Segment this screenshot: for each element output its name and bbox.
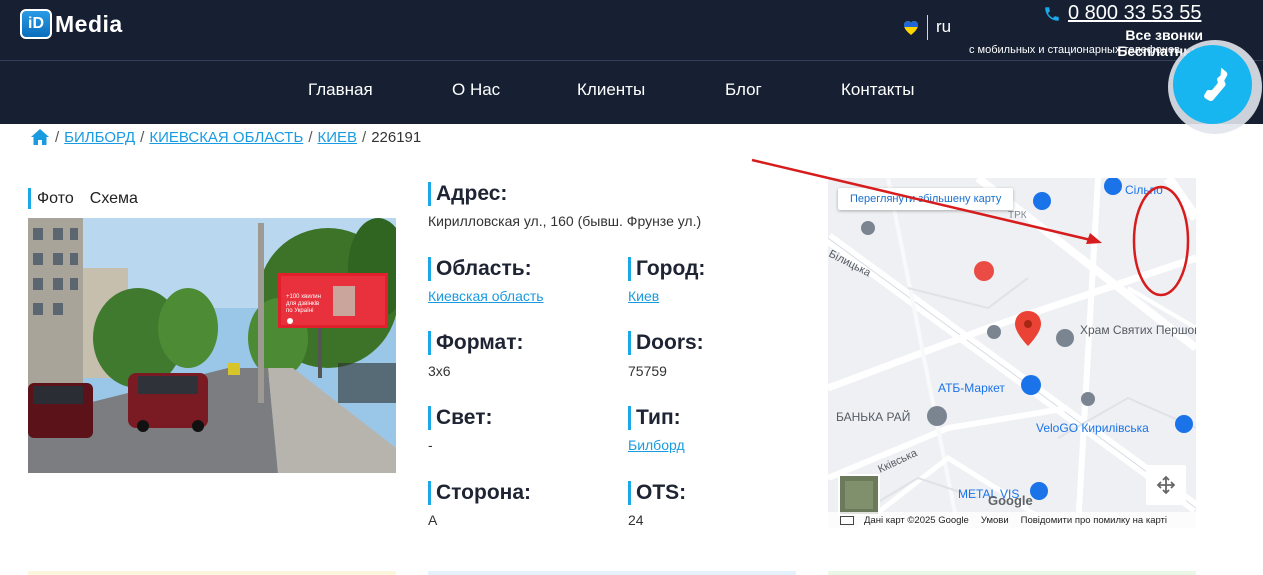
map-data-credit: Дані карт ©2025 Google (864, 514, 969, 526)
city-label: Город: (628, 257, 705, 281)
format-label: Формат: (428, 331, 524, 355)
map-label-silpo: Сільпо (1125, 183, 1163, 197)
tab-photo[interactable]: Фото (37, 190, 74, 208)
nav-item-contacts[interactable]: Контакты (841, 80, 914, 100)
breadcrumb-separator: / (362, 128, 367, 146)
nav-item-clients[interactable]: Клиенты (577, 80, 645, 100)
map-canvas[interactable]: Храм Святих Першоверховних. АТБ-Маркет Б… (828, 178, 1196, 528)
side-value: A (428, 512, 438, 528)
map-label-banka: БАНЬКА РАЙ (836, 409, 910, 424)
breadcrumb: / БИЛБОРД / КИЕВСКАЯ ОБЛАСТЬ / КИЕВ / 22… (30, 128, 421, 146)
phone-handset-icon (1203, 67, 1227, 101)
phone-icon (1045, 7, 1059, 21)
nav-item-blog[interactable]: Блог (725, 80, 762, 100)
map-label-atb: АТБ-Маркет (938, 381, 1005, 395)
address-value: Кирилловская ул., 160 (бывш. Фрунзе ул.) (428, 213, 702, 229)
breadcrumb-separator: / (308, 128, 313, 146)
type-link[interactable]: Билборд (628, 437, 685, 453)
lang-divider (927, 15, 928, 40)
tab-scheme[interactable]: Схема (90, 190, 138, 208)
map-report-link[interactable]: Повідомити про помилку на карті (1021, 515, 1167, 526)
light-label: Свет: (428, 406, 492, 430)
billboard-text-3: по Україні (286, 308, 313, 314)
card-strip-2 (428, 571, 796, 575)
side-label: Сторона: (428, 481, 531, 505)
map-label-church: Храм Святих Першоверховних. (1080, 323, 1196, 337)
city-value[interactable]: Киев (628, 288, 659, 304)
region-link[interactable]: Киевская область (428, 288, 544, 304)
breadcrumb-separator: / (140, 128, 145, 146)
billboard-text-2: для дзвінків (286, 301, 319, 307)
enlarge-map-button[interactable]: Переглянути збільшену карту (838, 188, 1014, 210)
region-value[interactable]: Киевская область (428, 288, 544, 304)
map-label-velogo: VeloGO Кирилівська (1036, 421, 1149, 435)
page: iD Media ru 0 800 33 53 55 Все звонки Бе… (0, 0, 1263, 575)
keyboard-icon[interactable] (840, 515, 854, 525)
logo-text: Media (55, 10, 123, 37)
address-label: Адрес: (428, 182, 507, 206)
nav-item-home[interactable]: Главная (308, 80, 373, 100)
card-strip-3 (828, 571, 1196, 575)
google-logo: Google (988, 493, 1033, 508)
billboard-text-1: +100 хвилин (286, 294, 321, 300)
region-label: Область: (428, 257, 532, 281)
ots-label: OTS: (628, 481, 686, 505)
home-icon[interactable] (30, 128, 50, 146)
card-strip-1 (28, 571, 396, 575)
language-switch[interactable]: ru (936, 17, 951, 37)
ukraine-flag-icon[interactable] (903, 20, 919, 36)
logo[interactable]: iD Media (20, 9, 123, 39)
google-map[interactable]: Храм Святих Першоверховних. АТБ-Маркет Б… (828, 178, 1196, 528)
breadcrumb-link-region[interactable]: КИЕВСКАЯ ОБЛАСТЬ (149, 129, 303, 146)
breadcrumb-link-city[interactable]: КИЕВ (317, 129, 357, 146)
main-nav: Главная О Нас Клиенты Блог Контакты (0, 61, 1263, 124)
billboard-photo[interactable]: +100 хвилин для дзвінків по Україні (28, 218, 396, 473)
doors-label: Doors: (628, 331, 704, 355)
call-button-circle[interactable] (1173, 45, 1252, 124)
map-footer: Дані карт ©2025 Google Умови Повідомити … (828, 512, 1196, 528)
logo-badge: iD (20, 9, 52, 39)
light-value: - (428, 437, 433, 453)
map-label-trk: ТРК (1008, 210, 1027, 221)
map-terms-link[interactable]: Умови (981, 515, 1009, 526)
breadcrumb-link-billboard[interactable]: БИЛБОРД (64, 129, 135, 146)
call-button[interactable] (1168, 40, 1262, 134)
street-scene-image: +100 хвилин для дзвінків по Україні (28, 218, 396, 473)
ots-value: 24 (628, 512, 644, 528)
phone-number-link[interactable]: 0 800 33 53 55 (1068, 2, 1201, 25)
top-bar: iD Media ru 0 800 33 53 55 Все звонки Бе… (0, 0, 1263, 61)
breadcrumb-separator: / (55, 128, 60, 146)
type-label: Тип: (628, 406, 681, 430)
city-link[interactable]: Киев (628, 288, 659, 304)
format-value: 3x6 (428, 363, 451, 379)
type-value[interactable]: Билборд (628, 437, 685, 453)
nav-item-about[interactable]: О Нас (452, 80, 500, 100)
doors-value: 75759 (628, 363, 667, 379)
breadcrumb-current: 226191 (371, 128, 422, 146)
photo-tabs: Фото Схема (28, 188, 148, 209)
